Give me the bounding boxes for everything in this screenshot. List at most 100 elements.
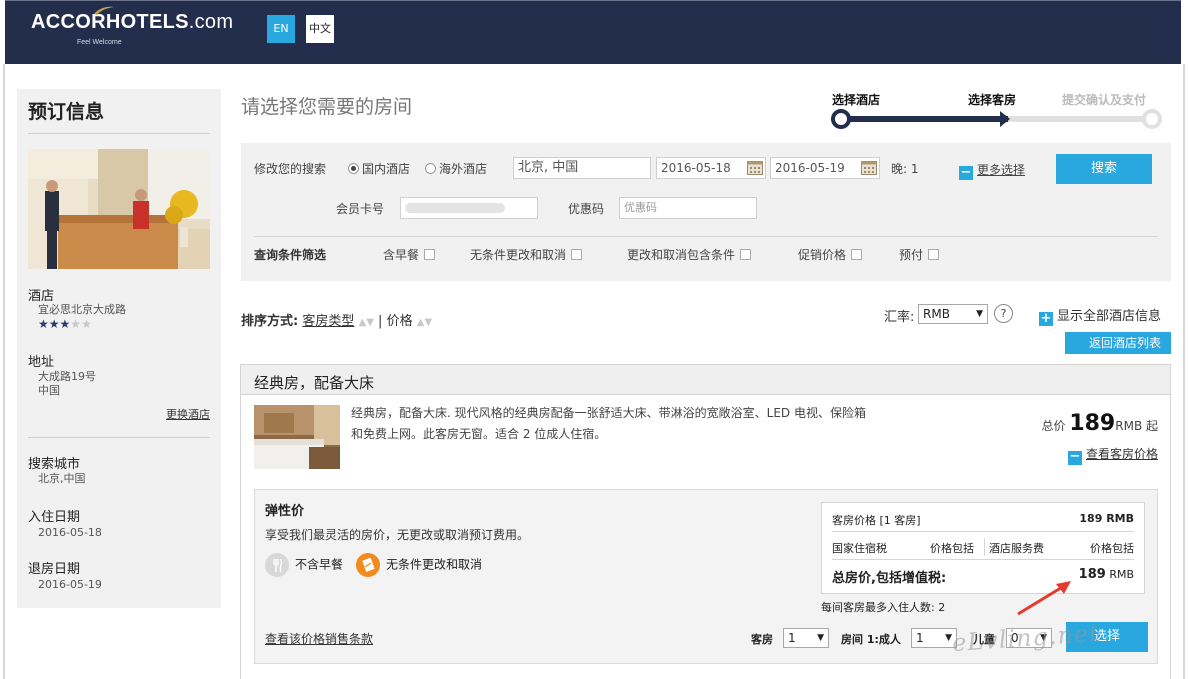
sort-down-icon[interactable]: ▼ xyxy=(424,317,432,328)
hotel-label: 酒店 xyxy=(28,289,55,304)
tax-label: 国家住宿税 xyxy=(832,542,887,555)
feature-no-breakfast: 不含早餐 xyxy=(265,553,343,577)
rooms-value: 1 xyxy=(788,631,796,645)
price-prefix: 总价 xyxy=(1041,419,1066,433)
max-occupancy-note: 每间客房最多入住人数: 2 xyxy=(821,601,946,614)
hotel-name: 宜必思北京大成路 xyxy=(38,303,126,316)
checkout-label: 退房日期 xyxy=(28,562,81,577)
member-card-input[interactable] xyxy=(400,197,538,219)
destination-input[interactable]: 北京, 中国 xyxy=(513,157,651,179)
page-title: 请选择您需要的房间 xyxy=(241,96,413,118)
rate-terms-link[interactable]: 查看该价格销售条款 xyxy=(265,630,373,647)
radio-unselected-icon[interactable] xyxy=(425,163,436,174)
divider xyxy=(832,531,1134,532)
currency-value: RMB xyxy=(923,307,950,321)
search-city-value: 北京,中国 xyxy=(38,472,86,485)
room-photo[interactable] xyxy=(254,405,340,469)
checkbox[interactable] xyxy=(571,249,583,260)
step-confirm-pay: 提交确认及支付 xyxy=(1062,93,1147,107)
exchange-rate-label: 汇率: xyxy=(884,310,915,325)
filter-conditional-cancel[interactable]: 更改和取消包含条件 xyxy=(627,246,752,263)
checkbox[interactable] xyxy=(851,249,863,260)
checkbox[interactable] xyxy=(424,249,436,260)
dropdown-arrow-icon: ▼ xyxy=(817,633,824,643)
view-room-prices-label: 查看客房价格 xyxy=(1085,447,1158,461)
step-dot-end-icon xyxy=(1142,109,1162,129)
hotel-photo xyxy=(28,149,210,269)
room-price-row: 客房价格 [1 客房] 189 RMB xyxy=(832,512,1134,528)
divider xyxy=(254,236,1158,237)
checkbox[interactable] xyxy=(928,249,940,260)
radio-domestic[interactable]: 国内酒店 xyxy=(348,160,410,177)
back-to-hotel-list-button[interactable]: 返回酒店列表 xyxy=(1057,332,1171,354)
view-room-prices-toggle[interactable]: − 查看客房价格 xyxy=(1067,445,1158,465)
divider xyxy=(28,133,210,134)
radio-selected-icon[interactable] xyxy=(348,163,359,174)
language-zh-button[interactable]: 中文 xyxy=(306,15,334,43)
more-options-toggle[interactable]: − 更多选择 xyxy=(959,161,1025,180)
calendar-icon[interactable] xyxy=(747,160,763,175)
logo-domain: .com xyxy=(188,11,234,33)
show-all-hotel-info[interactable]: + 显示全部酒店信息 xyxy=(1039,305,1161,326)
filter-prepay[interactable]: 预付 xyxy=(899,246,940,263)
filter-breakfast[interactable]: 含早餐 xyxy=(383,246,436,263)
change-hotel-link[interactable]: 更换酒店 xyxy=(166,406,210,422)
back-arrow-notch-icon xyxy=(1057,332,1065,354)
rooms-select[interactable]: 1 ▼ xyxy=(783,628,829,648)
divider xyxy=(832,559,1134,560)
logo-swoosh-icon xyxy=(94,6,114,16)
step-select-room: 选择客房 xyxy=(968,93,1017,107)
show-all-hotel-info-label: 显示全部酒店信息 xyxy=(1057,309,1162,324)
checkin-label: 入住日期 xyxy=(28,510,81,525)
modify-search-panel: 修改您的搜索 国内酒店 海外酒店 北京, 中国 2016-05-18 2016-… xyxy=(241,143,1171,281)
filter-promo[interactable]: 促销价格 xyxy=(798,246,863,263)
progress-arrow-icon xyxy=(1000,111,1010,127)
price-value: 189 xyxy=(1069,411,1116,436)
nights-count: 晚: 1 xyxy=(891,162,919,176)
room-total-price: 总价 189RMB 起 xyxy=(1041,411,1158,436)
sort-by-room-type[interactable]: 客房类型 xyxy=(302,314,354,329)
feature-free-cancel: 无条件更改和取消 xyxy=(356,553,482,577)
booking-progress-steps: 选择酒店 选择客房 提交确认及支付 xyxy=(830,88,1162,132)
filter-prepay-label: 预付 xyxy=(899,248,924,262)
adults-value: 1 xyxy=(916,631,924,645)
sort-separator: | xyxy=(378,314,383,329)
star-empty-icon: ★ xyxy=(70,317,82,331)
minus-icon: − xyxy=(1067,449,1082,465)
filter-free-cancel[interactable]: 无条件更改和取消 xyxy=(470,246,583,263)
calendar-icon[interactable] xyxy=(861,160,877,175)
checkbox[interactable] xyxy=(740,249,752,260)
address-line2: 中国 xyxy=(38,384,60,397)
star-empty-icon: ★ xyxy=(81,317,92,331)
sort-by-price[interactable]: 价格 xyxy=(387,314,413,329)
page-frame-left xyxy=(3,64,5,679)
sidebar-title: 预订信息 xyxy=(28,101,105,123)
room-card-header: 经典房，配备大床 xyxy=(241,365,1170,395)
more-options-label: 更多选择 xyxy=(977,163,1026,177)
sort-bar: 排序方式: 客房类型 ▲▼ | 价格 ▲▼ xyxy=(241,310,432,329)
logo-tagline: Feel Welcome xyxy=(77,39,122,46)
sort-label: 排序方式: xyxy=(241,314,299,329)
total-value: 189 xyxy=(1078,567,1106,582)
help-icon[interactable]: ? xyxy=(994,304,1013,323)
divider xyxy=(984,538,985,556)
checkin-value: 2016-05-18 xyxy=(38,526,102,539)
currency-select[interactable]: RMB ▼ xyxy=(918,304,988,324)
booking-info-sidebar: 预订信息 酒店 宜必思北京大成路 ★★★★★ 地址 大成路19号 中国 更换酒店… xyxy=(17,89,221,608)
accorhotels-logo[interactable]: ACCORHOTELS.com Feel Welcome xyxy=(31,6,234,46)
room-title: 经典房，配备大床 xyxy=(254,374,375,392)
address-line1: 大成路19号 xyxy=(38,370,96,383)
search-city-label: 搜索城市 xyxy=(28,457,81,472)
adults-select[interactable]: 1 ▼ xyxy=(911,628,957,648)
modify-search-label: 修改您的搜索 xyxy=(254,162,327,176)
sort-down-icon[interactable]: ▼ xyxy=(366,317,374,328)
filter-label: 查询条件筛选 xyxy=(254,248,327,262)
language-en-button[interactable]: EN xyxy=(267,15,295,43)
filter-promo-label: 促销价格 xyxy=(798,248,847,262)
page-frame-right xyxy=(1183,64,1185,679)
search-button[interactable]: 搜索 xyxy=(1056,154,1152,184)
address-label: 地址 xyxy=(28,355,55,370)
flexible-ticket-icon xyxy=(356,553,380,577)
promo-code-input[interactable]: 优惠码 xyxy=(619,197,757,219)
radio-overseas[interactable]: 海外酒店 xyxy=(425,160,487,177)
